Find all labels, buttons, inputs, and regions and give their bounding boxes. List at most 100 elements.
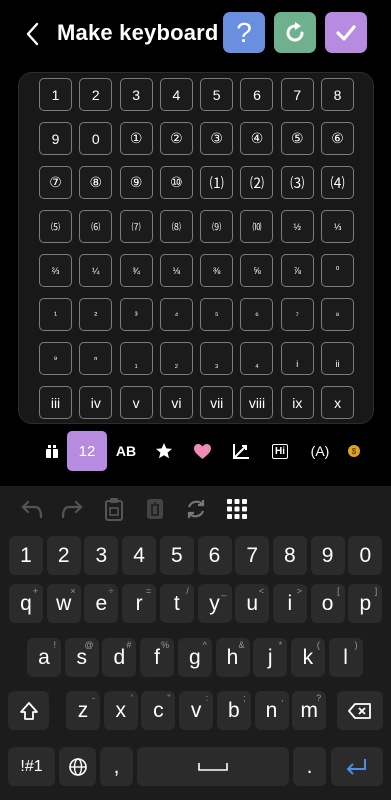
clipboard-icon[interactable] (100, 495, 128, 523)
backspace-key[interactable] (337, 691, 383, 730)
grid-key[interactable]: ⑼ (200, 210, 234, 243)
grid-key[interactable]: 6 (240, 78, 274, 111)
space-key[interactable] (137, 747, 289, 786)
grid-key[interactable]: 4 (159, 78, 193, 111)
grid-key[interactable]: ⁴ (159, 298, 193, 331)
grid-key[interactable]: ⑩ (159, 166, 193, 199)
symbols-key[interactable]: !#1 (8, 747, 55, 786)
grid-key[interactable]: ₄ (240, 342, 274, 375)
grid-key[interactable]: ⅛ (159, 254, 193, 287)
grid-key[interactable]: ¾ (119, 254, 153, 287)
key-e[interactable]: e ÷ (84, 584, 119, 623)
key-2[interactable]: 2 (46, 536, 81, 575)
back-arrow-icon[interactable] (22, 20, 44, 48)
grid-key[interactable]: ¹ (39, 298, 72, 331)
key-j[interactable]: j * (253, 638, 288, 677)
category-letters[interactable]: AB (113, 431, 139, 471)
heart-icon[interactable] (191, 431, 213, 471)
language-key[interactable] (59, 747, 96, 786)
key-m[interactable]: m? (292, 691, 327, 730)
key-o[interactable]: o[ (310, 584, 345, 623)
grid-key[interactable]: ⑨ (119, 166, 153, 199)
grid-key[interactable]: ₂ (159, 342, 193, 375)
key-a[interactable]: a! (27, 638, 61, 677)
grid-dots-icon[interactable] (223, 495, 251, 523)
grid-key[interactable]: ⅓ (321, 210, 355, 243)
grid-key[interactable]: 7 (280, 78, 314, 111)
grid-key[interactable]: viii (240, 386, 274, 419)
key-n[interactable]: n, (254, 691, 289, 730)
key-1[interactable]: 1 (9, 536, 43, 575)
key-b[interactable]: b; (216, 691, 251, 730)
grid-key[interactable]: ⑺ (119, 210, 153, 243)
grid-key[interactable]: ³ (119, 298, 153, 331)
category-keyboard-icon[interactable] (40, 431, 64, 471)
key-y[interactable]: y _ (197, 584, 232, 623)
redo-icon[interactable] (58, 495, 86, 523)
grid-key[interactable]: ⁹ (39, 342, 72, 375)
key-l[interactable]: l) (328, 638, 363, 677)
grid-key[interactable]: ² (79, 298, 113, 331)
key-0[interactable]: 0 (348, 536, 383, 575)
grid-key[interactable]: ⑵ (240, 166, 274, 199)
key-6[interactable]: 6 (197, 536, 232, 575)
grid-key[interactable]: ⑸ (39, 210, 72, 243)
category-text-box[interactable]: Hi (268, 431, 292, 471)
delete-icon[interactable] (141, 495, 169, 523)
category-enclosed-letters[interactable]: (A) (305, 431, 335, 471)
key-p[interactable]: p] (348, 584, 383, 623)
star-icon[interactable] (153, 431, 175, 471)
grid-key[interactable]: 0 (79, 122, 113, 155)
period-key[interactable]: . (293, 747, 326, 786)
grid-key[interactable]: ⑽ (240, 210, 274, 243)
grid-key[interactable]: ix (280, 386, 314, 419)
key-w[interactable]: w × (46, 584, 81, 623)
grid-key[interactable]: v (119, 386, 153, 419)
grid-key[interactable]: ⁵ (200, 298, 234, 331)
grid-key[interactable]: ⁷ (280, 298, 314, 331)
grid-key[interactable]: ⁿ (79, 342, 113, 375)
key-q[interactable]: q + (9, 584, 43, 623)
grid-key[interactable]: ⑶ (280, 166, 314, 199)
grid-key[interactable]: 8 (321, 78, 355, 111)
grid-key[interactable]: vii (200, 386, 234, 419)
grid-key[interactable]: iv (79, 386, 113, 419)
category-numbers[interactable]: 12 (67, 431, 107, 471)
grid-key[interactable]: ④ (240, 122, 274, 155)
grid-key[interactable]: x (321, 386, 355, 419)
grid-key[interactable]: ⁶ (240, 298, 274, 331)
grid-key[interactable]: ⁰ (321, 254, 355, 287)
grid-key[interactable]: ½ (280, 210, 314, 243)
undo-icon[interactable] (18, 495, 46, 523)
grid-key[interactable]: ¼ (79, 254, 113, 287)
grid-key[interactable]: ⑦ (39, 166, 72, 199)
grid-key[interactable]: 5 (200, 78, 234, 111)
key-t[interactable]: t / (159, 584, 194, 623)
grid-key[interactable]: ⅝ (240, 254, 274, 287)
grid-key[interactable]: ⅞ (280, 254, 314, 287)
grid-key[interactable]: ① (119, 122, 153, 155)
key-k[interactable]: k( (290, 638, 325, 677)
shift-key[interactable] (8, 691, 49, 730)
key-r[interactable]: r = (122, 584, 157, 623)
key-f[interactable]: f% (140, 638, 175, 677)
grid-key[interactable]: ii (321, 342, 355, 375)
grid-key[interactable]: ③ (200, 122, 234, 155)
key-8[interactable]: 8 (272, 536, 307, 575)
grid-key[interactable]: 2 (79, 78, 113, 111)
sync-icon[interactable] (182, 495, 210, 523)
key-5[interactable]: 5 (159, 536, 194, 575)
key-g[interactable]: g ^ (177, 638, 212, 677)
enter-key[interactable] (331, 747, 383, 786)
key-u[interactable]: u < (235, 584, 270, 623)
key-7[interactable]: 7 (235, 536, 270, 575)
grid-key[interactable]: ⑷ (321, 166, 355, 199)
key-v[interactable]: v: (179, 691, 214, 730)
grid-key[interactable]: ⑻ (159, 210, 193, 243)
grid-key[interactable]: ⑹ (79, 210, 113, 243)
key-x[interactable]: x ' (103, 691, 138, 730)
key-c[interactable]: c " (141, 691, 176, 730)
grid-key[interactable]: ⑤ (280, 122, 314, 155)
confirm-button[interactable] (325, 12, 367, 53)
grid-key[interactable]: ₁ (119, 342, 153, 375)
